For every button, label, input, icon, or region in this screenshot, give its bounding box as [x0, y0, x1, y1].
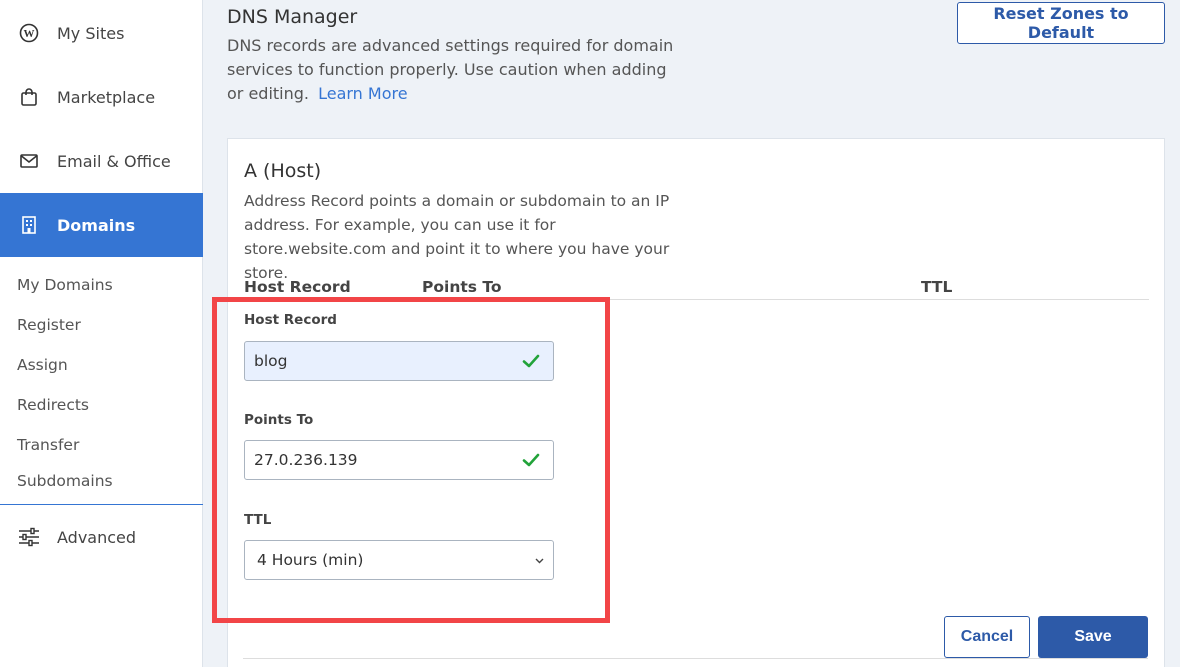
sub-item-subdomains[interactable]: Subdomains	[17, 472, 113, 490]
nav-item-my-sites[interactable]: W My Sites	[0, 1, 203, 65]
save-button[interactable]: Save	[1038, 616, 1148, 658]
page-title: DNS Manager	[227, 6, 358, 28]
shopping-bag-icon	[18, 86, 40, 108]
nav-label: Advanced	[57, 527, 137, 547]
column-header-points-to: Points To	[422, 278, 502, 296]
envelope-icon	[18, 150, 40, 172]
sub-item-assign[interactable]: Assign	[17, 356, 68, 374]
sub-item-register[interactable]: Register	[17, 316, 81, 334]
nav-item-email-office[interactable]: Email & Office	[0, 129, 203, 193]
learn-more-link[interactable]: Learn More	[318, 84, 407, 103]
cancel-button[interactable]: Cancel	[944, 616, 1030, 658]
highlight-annotation-box	[212, 297, 610, 623]
nav-item-domains[interactable]: Domains	[0, 193, 203, 257]
sliders-icon	[18, 526, 40, 548]
page-description: DNS records are advanced settings requir…	[227, 34, 677, 106]
building-icon	[18, 214, 40, 236]
column-header-host-record: Host Record	[244, 278, 351, 296]
card-description: Address Record points a domain or subdom…	[244, 192, 670, 282]
nav-label: Marketplace	[57, 87, 156, 107]
svg-text:W: W	[24, 28, 35, 40]
nav-item-advanced[interactable]: Advanced	[0, 505, 203, 569]
sidebar: W My Sites Marketplace Email & Office Do…	[0, 0, 203, 667]
reset-zones-button[interactable]: Reset Zones to Default	[957, 2, 1165, 44]
nav-label: Domains	[57, 215, 136, 235]
nav-label: Email & Office	[57, 151, 171, 171]
sub-item-redirects[interactable]: Redirects	[17, 396, 89, 414]
nav-item-marketplace[interactable]: Marketplace	[0, 65, 203, 129]
sub-item-transfer[interactable]: Transfer	[17, 436, 79, 454]
page-description-text: DNS records are advanced settings requir…	[227, 36, 674, 103]
card-title: A (Host)	[244, 160, 322, 182]
wordpress-icon: W	[18, 22, 40, 44]
column-header-ttl: TTL	[921, 278, 953, 296]
card-bottom-divider	[243, 658, 1148, 659]
nav-label: My Sites	[57, 23, 125, 43]
sub-item-my-domains[interactable]: My Domains	[17, 276, 113, 294]
